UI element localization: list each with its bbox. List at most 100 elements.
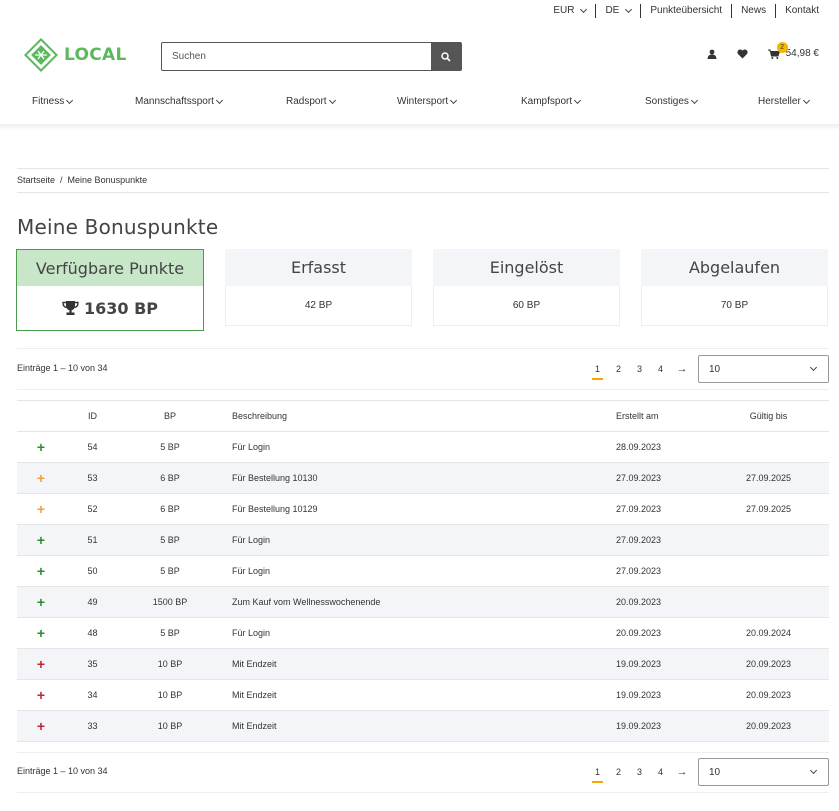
page-1[interactable]: 1 [587, 767, 608, 783]
search-bar [161, 42, 462, 71]
page-2[interactable]: 2 [608, 767, 629, 777]
header-description: Beschreibung [220, 400, 607, 432]
row-id: 49 [65, 586, 120, 618]
nav-item-hersteller[interactable]: Hersteller [758, 96, 810, 107]
row-bp: 6 BP [120, 462, 220, 494]
user-icon[interactable] [707, 49, 717, 59]
row-description: Für Login [220, 617, 607, 649]
nav-item-fitness[interactable]: Fitness [32, 96, 74, 107]
row-id: 34 [65, 679, 120, 711]
logo[interactable]: LOCAL [24, 38, 127, 72]
nav-item-kampfsport[interactable]: Kampfsport [521, 96, 582, 107]
news-link[interactable]: News [732, 4, 777, 18]
chevron-down-icon [328, 96, 336, 104]
entries-count: Einträge 1 – 10 von 34 [17, 766, 108, 776]
page-4[interactable]: 4 [650, 364, 671, 374]
heart-icon[interactable] [737, 48, 748, 59]
row-created: 19.09.2023 [607, 648, 708, 680]
row-valid [708, 524, 829, 556]
chevron-down-icon [809, 363, 818, 372]
chevron-down-icon [625, 5, 633, 14]
search-button[interactable] [431, 43, 461, 70]
table-row: +48 5 BP Für Login 20.09.2023 20.09.2024 [17, 617, 829, 649]
trophy-icon [62, 301, 79, 315]
per-page-select[interactable]: 10 [698, 758, 829, 786]
currency-select[interactable]: EUR [544, 4, 597, 18]
row-bp: 10 BP [120, 710, 220, 742]
nav-item-wintersport[interactable]: Wintersport [397, 96, 458, 107]
row-valid: 27.09.2025 [708, 493, 829, 525]
row-valid [708, 555, 829, 587]
row-description: Für Bestellung 10129 [220, 493, 607, 525]
page-3[interactable]: 3 [629, 767, 650, 777]
next-page-arrow[interactable]: → [671, 766, 693, 778]
main-nav: Fitness Mannschaftssport Radsport Winter… [0, 96, 839, 118]
per-page-value: 10 [709, 363, 721, 375]
page-3[interactable]: 3 [629, 364, 650, 374]
points-table: ID BP Beschreibung Erstellt am Gültig bi… [17, 400, 829, 742]
card-value: 70 BP [641, 286, 828, 326]
row-description: Für Login [220, 555, 607, 587]
row-status-icon: + [17, 710, 65, 742]
row-status-icon: + [17, 648, 65, 680]
chevron-down-icon [802, 96, 810, 104]
table-row: +54 5 BP Für Login 28.09.2023 [17, 431, 829, 463]
breadcrumb-home[interactable]: Startseite [17, 175, 55, 185]
row-bp: 5 BP [120, 555, 220, 587]
points-overview-link[interactable]: Punkteübersicht [641, 4, 733, 18]
nav-item-mannschaftssport[interactable]: Mannschaftssport [135, 96, 223, 107]
chevron-down-icon [809, 766, 818, 775]
entries-count: Einträge 1 – 10 von 34 [17, 363, 108, 373]
row-bp: 5 BP [120, 617, 220, 649]
nav-label: Radsport [286, 96, 327, 107]
contact-link[interactable]: Kontakt [776, 4, 819, 18]
row-status-icon: + [17, 679, 65, 711]
breadcrumb-separator: / [60, 175, 63, 185]
row-id: 48 [65, 617, 120, 649]
table-row: +51 5 BP Für Login 27.09.2023 [17, 524, 829, 556]
nav-item-sonstiges[interactable]: Sonstiges [645, 96, 698, 107]
page-1[interactable]: 1 [587, 364, 608, 380]
card-earned: Erfasst 42 BP [225, 249, 412, 331]
table-row: +53 6 BP Für Bestellung 10130 27.09.2023 27.… [17, 462, 829, 494]
search-icon [441, 51, 451, 62]
card-label: Verfügbare Punkte [17, 250, 203, 286]
row-bp: 6 BP [120, 493, 220, 525]
per-page-select[interactable]: 10 [698, 355, 829, 383]
pagination: 1 2 3 4 → [587, 363, 693, 380]
header-bp: BP [120, 400, 220, 432]
row-id: 50 [65, 555, 120, 587]
row-id: 53 [65, 462, 120, 494]
row-status-icon: + [17, 555, 65, 587]
row-valid [708, 431, 829, 463]
row-bp: 5 BP [120, 524, 220, 556]
search-input[interactable] [162, 43, 431, 70]
chevron-down-icon [690, 96, 698, 104]
divider [17, 792, 829, 793]
next-page-arrow[interactable]: → [671, 363, 693, 375]
header-sign [17, 400, 65, 432]
row-status-icon: + [17, 493, 65, 525]
row-bp: 10 BP [120, 648, 220, 680]
row-valid [708, 586, 829, 618]
header-valid: Gültig bis [708, 400, 829, 432]
logo-icon [24, 38, 58, 72]
cart-count-badge: 2 [776, 42, 788, 53]
row-created: 19.09.2023 [607, 679, 708, 711]
chevron-down-icon [215, 96, 223, 104]
nav-label: Kampfsport [521, 96, 573, 107]
cart-button[interactable]: 2 54,98 € [767, 42, 819, 59]
row-created: 27.09.2023 [607, 555, 708, 587]
row-created: 20.09.2023 [607, 586, 708, 618]
nav-item-radsport[interactable]: Radsport [286, 96, 336, 107]
table-row: +52 6 BP Für Bestellung 10129 27.09.2023 27.… [17, 493, 829, 525]
nav-label: Mannschaftssport [135, 96, 214, 107]
page-4[interactable]: 4 [650, 767, 671, 777]
currency-label: EUR [553, 5, 575, 16]
header-created: Erstellt am [607, 400, 708, 432]
page-2[interactable]: 2 [608, 364, 629, 374]
language-select[interactable]: DE [596, 4, 642, 18]
per-page-value: 10 [709, 766, 721, 778]
row-bp: 1500 BP [120, 586, 220, 618]
row-valid: 20.09.2024 [708, 617, 829, 649]
